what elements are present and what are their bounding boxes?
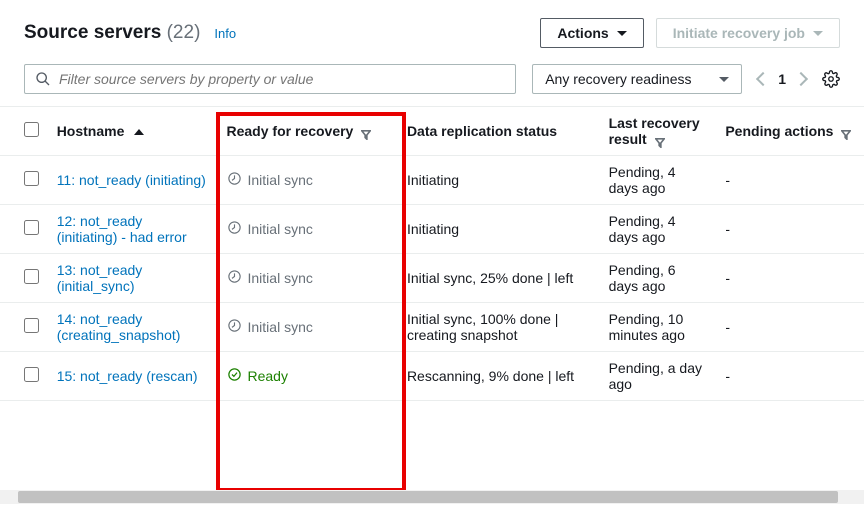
gear-icon[interactable] xyxy=(822,70,840,88)
pending-actions: - xyxy=(715,205,864,254)
last-recovery-result: Pending, 4 days ago xyxy=(599,156,716,205)
clock-icon xyxy=(227,318,242,336)
table-row: 11: not_ready (initiating) Initial sync In… xyxy=(0,156,864,205)
initiate-recovery-button[interactable]: Initiate recovery job xyxy=(656,18,840,48)
row-checkbox[interactable] xyxy=(24,269,39,284)
page-number: 1 xyxy=(778,71,786,87)
column-hostname[interactable]: Hostname xyxy=(47,107,217,156)
last-recovery-result: Pending, 10 minutes ago xyxy=(599,303,716,352)
prev-page-icon[interactable] xyxy=(756,72,770,86)
last-recovery-result: Pending, a day ago xyxy=(599,352,716,401)
page-title: Source servers (22) xyxy=(24,22,200,44)
filter-icon xyxy=(361,127,371,137)
horizontal-scrollbar[interactable] xyxy=(0,490,864,504)
search-icon xyxy=(35,71,51,87)
caret-down-icon xyxy=(719,77,729,82)
table-row: 12: not_ready (initiating) - had error In… xyxy=(0,205,864,254)
ready-status-text: Ready xyxy=(248,368,288,384)
last-recovery-result: Pending, 4 days ago xyxy=(599,205,716,254)
clock-icon xyxy=(227,220,242,238)
row-checkbox[interactable] xyxy=(24,220,39,235)
hostname-link[interactable]: 15: not_ready (rescan) xyxy=(57,368,198,384)
servers-table: Hostname Ready for recovery Data replica… xyxy=(0,107,864,401)
last-recovery-result: Pending, 6 days ago xyxy=(599,254,716,303)
hostname-link[interactable]: 11: not_ready (initiating) xyxy=(57,172,206,188)
ready-status-text: Initial sync xyxy=(248,270,313,286)
next-page-icon[interactable] xyxy=(794,72,808,86)
pending-actions: - xyxy=(715,156,864,205)
hostname-link[interactable]: 14: not_ready (creating_snapshot) xyxy=(57,311,181,343)
server-count: (22) xyxy=(167,22,201,43)
paginator: 1 xyxy=(758,71,806,87)
select-all-checkbox[interactable] xyxy=(24,122,39,137)
ready-status-text: Initial sync xyxy=(248,221,313,237)
clock-icon xyxy=(227,269,242,287)
replication-status: Initial sync, 25% done | left xyxy=(397,254,599,303)
actions-button[interactable]: Actions xyxy=(540,18,643,48)
readiness-select[interactable]: Any recovery readiness xyxy=(532,64,742,94)
column-last-result[interactable]: Last recovery result xyxy=(599,107,716,156)
search-input-wrap[interactable] xyxy=(24,64,516,94)
replication-status: Initiating xyxy=(397,156,599,205)
replication-status: Rescanning, 9% done | left xyxy=(397,352,599,401)
pending-actions: - xyxy=(715,352,864,401)
caret-down-icon xyxy=(813,31,823,36)
pending-actions: - xyxy=(715,254,864,303)
search-input[interactable] xyxy=(59,71,505,87)
table-row: 15: not_ready (rescan) Ready Rescanning, 9… xyxy=(0,352,864,401)
clock-icon xyxy=(227,171,242,189)
column-pending[interactable]: Pending actions xyxy=(715,107,864,156)
info-link[interactable]: Info xyxy=(214,26,236,41)
check-circle-icon xyxy=(227,367,242,385)
row-checkbox[interactable] xyxy=(24,318,39,333)
hostname-link[interactable]: 12: not_ready (initiating) - had error xyxy=(57,213,187,245)
replication-status: Initial sync, 100% done | creating snaps… xyxy=(397,303,599,352)
filter-icon xyxy=(655,135,665,145)
replication-status: Initiating xyxy=(397,205,599,254)
column-replication[interactable]: Data replication status xyxy=(397,107,599,156)
table-row: 14: not_ready (creating_snapshot) Initial… xyxy=(0,303,864,352)
table-row: 13: not_ready (initial_sync) Initial sync… xyxy=(0,254,864,303)
sort-asc-icon xyxy=(134,129,144,135)
caret-down-icon xyxy=(617,31,627,36)
row-checkbox[interactable] xyxy=(24,367,39,382)
scroll-thumb[interactable] xyxy=(18,491,838,503)
ready-status-text: Initial sync xyxy=(248,319,313,335)
filter-icon xyxy=(841,127,851,137)
ready-status-text: Initial sync xyxy=(248,172,313,188)
column-ready[interactable]: Ready for recovery xyxy=(217,107,397,156)
hostname-link[interactable]: 13: not_ready (initial_sync) xyxy=(57,262,143,294)
pending-actions: - xyxy=(715,303,864,352)
scroll-left-icon[interactable] xyxy=(0,491,12,503)
row-checkbox[interactable] xyxy=(24,171,39,186)
